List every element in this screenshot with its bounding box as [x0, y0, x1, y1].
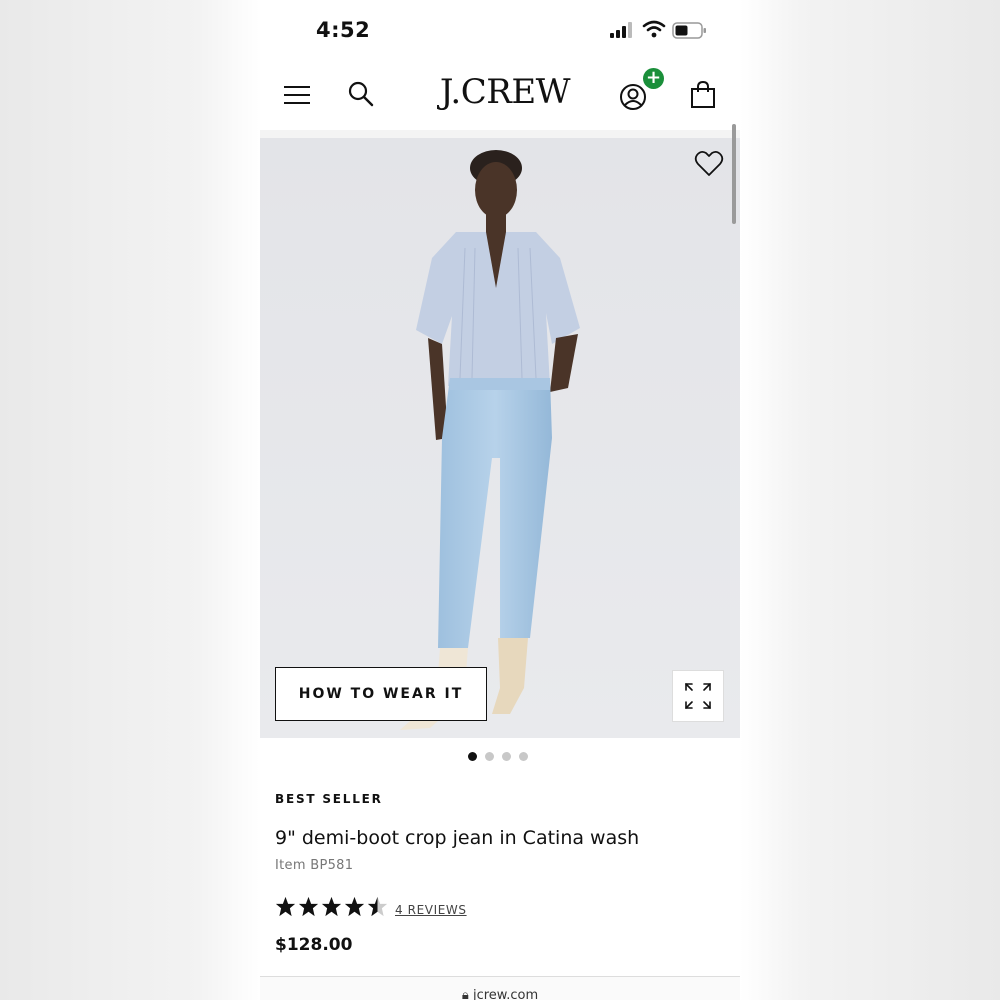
how-to-wear-it-button[interactable]: HOW TO WEAR IT [275, 667, 487, 721]
product-item-number: Item BP581 [275, 858, 354, 873]
product-image[interactable]: HOW TO WEAR IT [260, 138, 740, 738]
jcrew-logo[interactable]: J.CREW [430, 72, 580, 112]
carousel-dot[interactable] [502, 752, 511, 761]
carousel-dot[interactable] [519, 752, 528, 761]
scrollbar[interactable] [732, 124, 736, 224]
star-icon [275, 896, 296, 917]
status-time: 4:52 [316, 18, 371, 42]
site-header: J.CREW + [260, 62, 740, 130]
browser-url: 🔒︎ jcrew.com [260, 988, 740, 1000]
search-icon[interactable] [346, 78, 376, 110]
star-icon [298, 896, 319, 917]
signal-icon [610, 22, 632, 38]
product-price: $128.00 [275, 935, 353, 955]
lock-icon: 🔒︎ [461, 988, 469, 1000]
wifi-icon [642, 20, 666, 38]
star-icon [321, 896, 342, 917]
phone-screen: 4:52 J.CREW + HOW TO WEAR IT BEST SELLER… [260, 0, 740, 1000]
menu-icon[interactable] [280, 80, 314, 110]
carousel-dot[interactable] [468, 752, 477, 761]
expand-image-icon[interactable] [672, 670, 724, 722]
battery-icon [672, 22, 706, 39]
rating-stars[interactable] [275, 896, 388, 917]
favorite-heart-icon[interactable] [694, 150, 726, 180]
status-bar: 4:52 [260, 0, 740, 62]
model-illustration [260, 138, 740, 738]
carousel-dots [468, 752, 528, 761]
shopping-bag-icon[interactable] [688, 78, 718, 112]
account-badge: + [643, 68, 664, 89]
header-divider [260, 130, 740, 138]
carousel-dot[interactable] [485, 752, 494, 761]
half-star-icon [367, 896, 388, 917]
reviews-link[interactable]: 4 REVIEWS [395, 903, 467, 917]
best-seller-tag: BEST SELLER [275, 792, 383, 806]
url-text: jcrew.com [472, 988, 539, 1000]
star-icon [344, 896, 365, 917]
product-name: 9" demi-boot crop jean in Catina wash [275, 827, 640, 849]
